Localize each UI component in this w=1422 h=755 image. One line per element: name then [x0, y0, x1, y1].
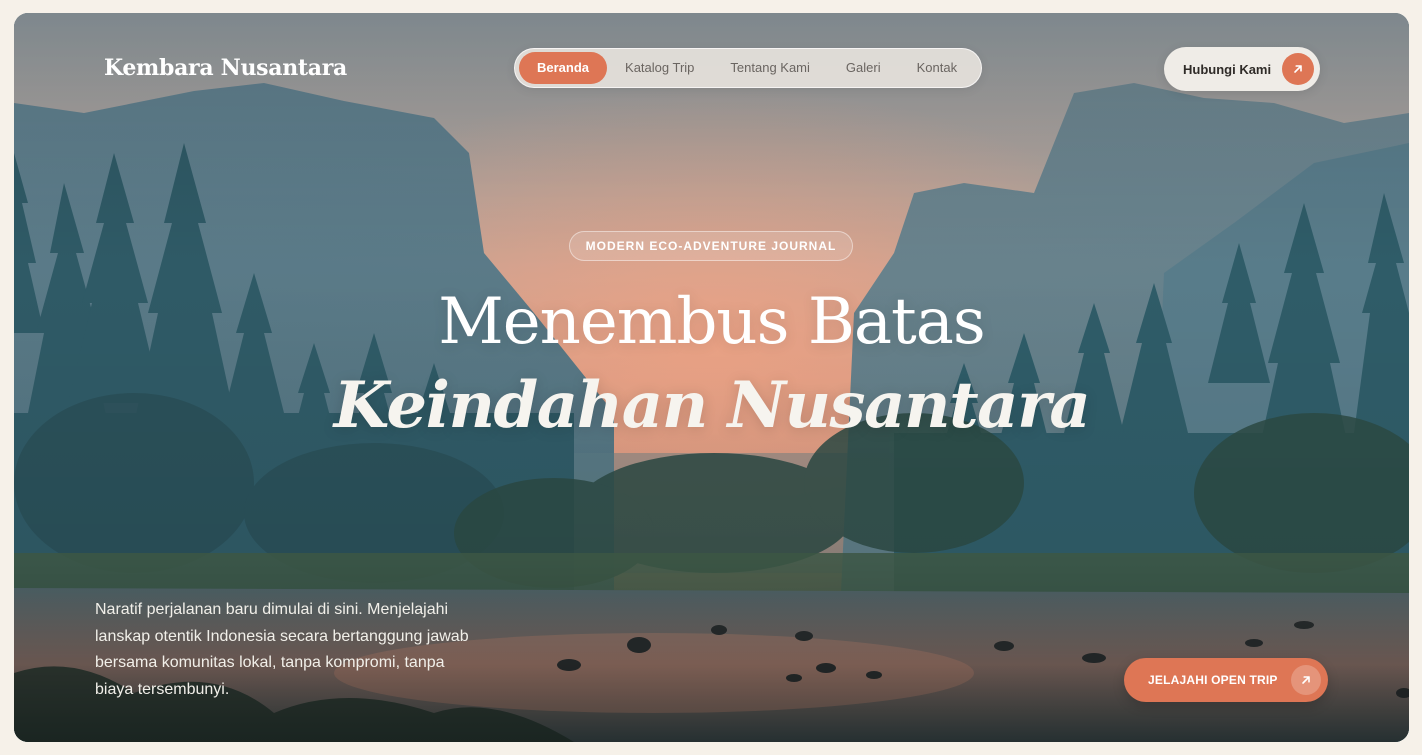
contact-us-button[interactable]: Hubungi Kami — [1164, 47, 1320, 91]
hero-section: Kembara Nusantara Beranda Katalog Trip T… — [14, 13, 1409, 742]
hero-intro-text: Naratif perjalanan baru dimulai di sini.… — [95, 601, 469, 698]
hero-title-line-1: Menembus Batas — [438, 285, 985, 359]
hero-title-line-2: Keindahan Nusantara — [333, 368, 1091, 443]
contact-us-label: Hubungi Kami — [1183, 61, 1272, 77]
hero-badge: MODERN ECO-ADVENTURE JOURNAL — [569, 231, 853, 261]
arrow-up-right-icon — [1291, 665, 1321, 695]
explore-open-trip-label: JELAJAHI OPEN TRIP — [1148, 673, 1278, 687]
nav-item-galeri[interactable]: Galeri — [828, 52, 899, 84]
nav-item-katalog-trip[interactable]: Katalog Trip — [607, 52, 712, 84]
nav-item-tentang-kami[interactable]: Tentang Kami — [712, 52, 828, 84]
brand-logo[interactable]: Kembara Nusantara — [104, 55, 347, 81]
arrow-up-right-icon — [1282, 53, 1314, 85]
nav-item-kontak[interactable]: Kontak — [899, 52, 975, 84]
main-navigation: Beranda Katalog Trip Tentang Kami Galeri… — [514, 48, 982, 88]
explore-open-trip-button[interactable]: JELAJAHI OPEN TRIP — [1124, 658, 1328, 702]
nav-item-beranda[interactable]: Beranda — [519, 52, 608, 84]
